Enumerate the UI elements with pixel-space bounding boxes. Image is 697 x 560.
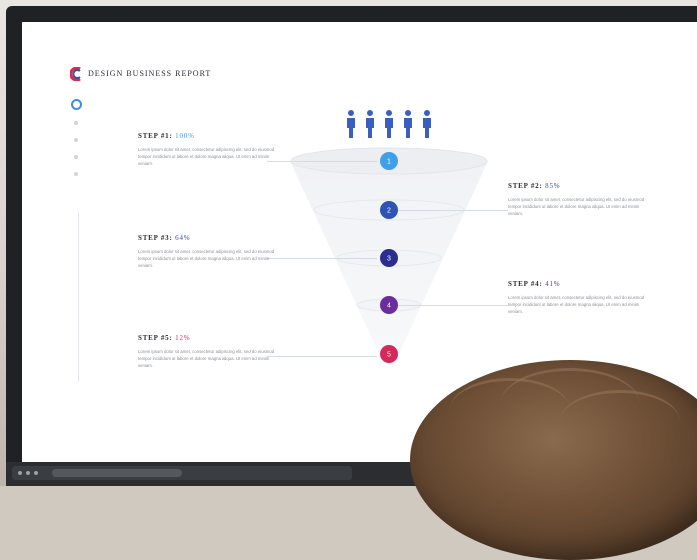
- step-percent: 100%: [175, 132, 195, 140]
- step-percent: 41%: [545, 280, 561, 288]
- step-label: STEP #2:: [508, 182, 543, 190]
- connector-step-5: [267, 356, 377, 357]
- step-percent: 85%: [545, 182, 561, 190]
- connector-step-3: [267, 258, 377, 259]
- step-percent: 12%: [175, 334, 191, 342]
- step-4-description: Lorem ipsum dolor sit amet, consectetur …: [508, 295, 645, 314]
- step-5-title: STEP #5: 12%: [138, 334, 190, 342]
- connector-step-4: [398, 305, 508, 306]
- person-icon: [423, 110, 431, 138]
- step-label: STEP #4:: [508, 280, 543, 288]
- person-icon: [347, 110, 355, 138]
- taskbar-search[interactable]: [52, 469, 182, 477]
- step-1-number: 1: [387, 159, 391, 166]
- step-5-number: 5: [387, 352, 391, 359]
- person-icon: [385, 110, 393, 138]
- taskbar-dot[interactable]: [26, 471, 30, 475]
- taskbar[interactable]: [12, 466, 352, 480]
- step-3-title: STEP #3: 64%: [138, 234, 190, 242]
- step-3-number: 3: [387, 256, 391, 263]
- step-label: STEP #5:: [138, 334, 173, 342]
- step-1-description: Lorem ipsum dolor sit amet, consectetur …: [138, 147, 275, 166]
- step-label: STEP #1:: [138, 132, 173, 140]
- hair-strand: [560, 390, 680, 453]
- connector-step-1: [267, 161, 377, 162]
- taskbar-dot[interactable]: [18, 471, 22, 475]
- step-1-title: STEP #1: 100%: [138, 132, 195, 140]
- step-2-number: 2: [387, 208, 391, 215]
- step-4-number: 4: [387, 303, 391, 310]
- person-icon: [366, 110, 374, 138]
- person-icon: [404, 110, 412, 138]
- step-4-title: STEP #4: 41%: [508, 280, 560, 288]
- step-3-description: Lorem ipsum dolor sit amet, consectetur …: [138, 249, 275, 268]
- taskbar-dot[interactable]: [34, 471, 38, 475]
- step-5-description: Lorem ipsum dolor sit amet, consectetur …: [138, 349, 275, 368]
- step-2-title: STEP #2: 85%: [508, 182, 560, 190]
- step-label: STEP #3:: [138, 234, 173, 242]
- step-2-description: Lorem ipsum dolor sit amet, consectetur …: [508, 197, 645, 216]
- connector-step-2: [398, 210, 508, 211]
- step-percent: 64%: [175, 234, 191, 242]
